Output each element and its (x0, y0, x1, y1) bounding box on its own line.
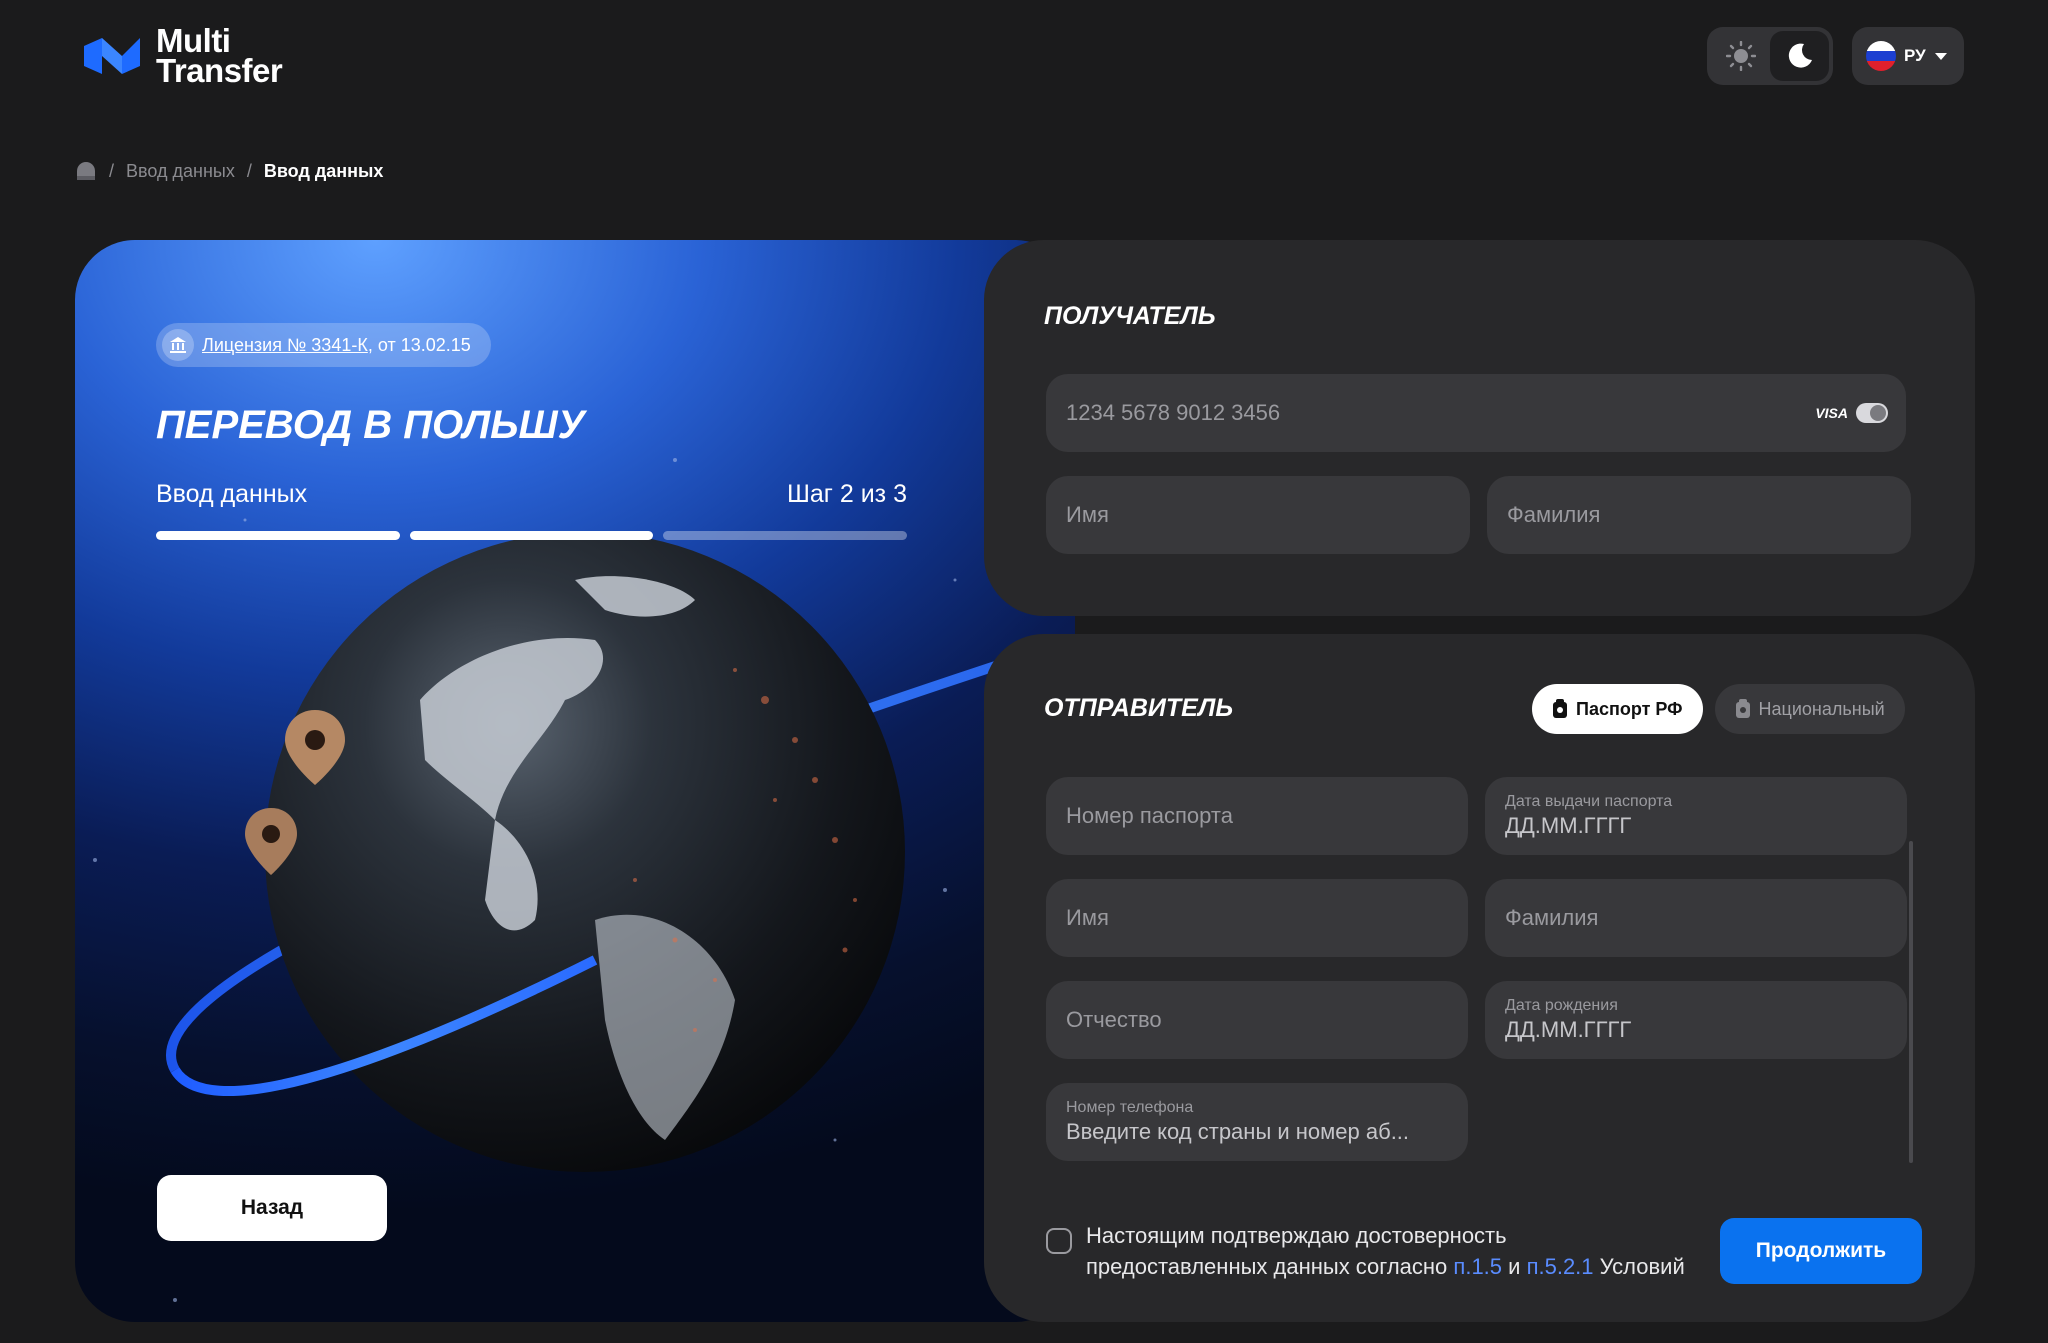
progress-segment (663, 531, 908, 540)
language-selector[interactable]: РУ (1852, 27, 1964, 85)
terms-link-5-2-1[interactable]: п.5.2.1 (1527, 1254, 1594, 1279)
birth-date-placeholder: ДД.ММ.ГГГГ (1505, 1017, 1632, 1042)
phone-label: Номер телефона (1066, 1099, 1194, 1116)
chevron-down-icon (1934, 53, 1947, 60)
tab-national[interactable]: Национальный (1714, 684, 1905, 734)
birth-date-input[interactable]: Дата рождения ДД.ММ.ГГГГ (1485, 981, 1907, 1059)
breadcrumb: / Ввод данных / Ввод данных (75, 160, 383, 182)
recipient-card: ПОЛУЧАТЕЛЬ 1234 5678 9012 3456 VISA Имя … (984, 240, 1975, 616)
language-label: РУ (1904, 46, 1926, 65)
progress-segment (156, 531, 400, 540)
step-label: Ввод данных (156, 480, 308, 508)
logo-text: Multi Transfer (156, 22, 283, 89)
consent-checkbox[interactable] (1046, 1228, 1072, 1254)
recipient-last-name-input[interactable]: Фамилия (1487, 476, 1911, 554)
russia-flag-icon (1866, 41, 1896, 71)
sun-icon (1725, 41, 1756, 71)
patronymic-input[interactable]: Отчество (1046, 981, 1468, 1059)
moon-icon (1788, 43, 1812, 68)
breadcrumb-link[interactable]: Ввод данных (126, 161, 235, 182)
passport-icon (1735, 699, 1750, 718)
phone-placeholder: Введите код страны и номер аб... (1066, 1119, 1410, 1144)
card-number-input[interactable]: 1234 5678 9012 3456 VISA (1046, 374, 1906, 452)
hero-panel: Лицензия № 3341-К, от 13.02.15 ПЕРЕВОД В… (75, 240, 1075, 1322)
theme-toggle (1707, 27, 1833, 85)
step-progress (156, 531, 908, 540)
logo-icon (84, 38, 140, 74)
recipient-title: ПОЛУЧАТЕЛЬ (1044, 302, 1216, 330)
home-icon[interactable] (75, 160, 97, 182)
license-date: , от 13.02.15 (367, 334, 471, 355)
recipient-first-name-placeholder: Имя (1066, 502, 1109, 527)
logo[interactable]: Multi Transfer (84, 22, 283, 89)
dark-theme-button[interactable] (1770, 31, 1829, 81)
recipient-first-name-input[interactable]: Имя (1046, 476, 1470, 554)
consent-text: Настоящим подтверждаю достоверность пред… (1086, 1223, 1685, 1279)
license-link[interactable]: Лицензия № 3341-К (202, 335, 368, 355)
sender-first-name-placeholder: Имя (1066, 905, 1109, 930)
bank-icon (162, 329, 194, 361)
birth-date-label: Дата рождения (1505, 997, 1618, 1014)
issue-date-label: Дата выдачи паспорта (1505, 793, 1673, 810)
light-theme-button[interactable] (1711, 31, 1770, 81)
card-type-toggle[interactable] (1856, 403, 1888, 423)
card-number-placeholder: 1234 5678 9012 3456 (1066, 400, 1281, 425)
terms-link-1-5[interactable]: п.1.5 (1453, 1254, 1502, 1279)
issue-date-placeholder: ДД.ММ.ГГГГ (1505, 813, 1632, 838)
document-type-tabs: Паспорт РФ Национальный (1532, 684, 1905, 734)
breadcrumb-separator: / (246, 160, 252, 181)
step-counter: Шаг 2 из 3 (786, 480, 907, 508)
progress-segment (409, 531, 654, 540)
recipient-last-name-placeholder: Фамилия (1507, 502, 1601, 527)
consent-block: Настоящим подтверждаю достоверность пред… (1046, 1220, 1685, 1282)
back-button[interactable]: Назад (157, 1175, 387, 1241)
tab-passport-rf-label: Паспорт РФ (1576, 698, 1683, 719)
passport-number-placeholder: Номер паспорта (1066, 803, 1233, 828)
patronymic-placeholder: Отчество (1066, 1007, 1162, 1032)
passport-number-input[interactable]: Номер паспорта (1046, 777, 1468, 855)
form-scrollbar[interactable] (1909, 841, 1913, 1163)
page-title: ПЕРЕВОД В ПОЛЬШУ (156, 403, 585, 447)
license-badge: Лицензия № 3341-К, от 13.02.15 (156, 323, 491, 367)
sender-card: ОТПРАВИТЕЛЬ Паспорт РФ Национальный Номе… (984, 634, 1975, 1322)
issue-date-input[interactable]: Дата выдачи паспорта ДД.ММ.ГГГГ (1485, 777, 1907, 855)
continue-button[interactable]: Продолжить (1720, 1218, 1922, 1284)
breadcrumb-separator: / (109, 160, 115, 181)
breadcrumb-current: Ввод данных (263, 160, 384, 181)
tab-national-label: Национальный (1758, 698, 1885, 719)
sender-last-name-input[interactable]: Фамилия (1485, 879, 1907, 957)
sender-last-name-placeholder: Фамилия (1505, 905, 1599, 930)
sender-first-name-input[interactable]: Имя (1046, 879, 1468, 957)
passport-icon (1553, 699, 1567, 718)
sender-title: ОТПРАВИТЕЛЬ (1044, 694, 1234, 722)
visa-logo-icon: VISA (1815, 405, 1848, 421)
phone-input[interactable]: Номер телефона Введите код страны и номе… (1046, 1083, 1468, 1161)
tab-passport-rf[interactable]: Паспорт РФ (1532, 684, 1703, 734)
